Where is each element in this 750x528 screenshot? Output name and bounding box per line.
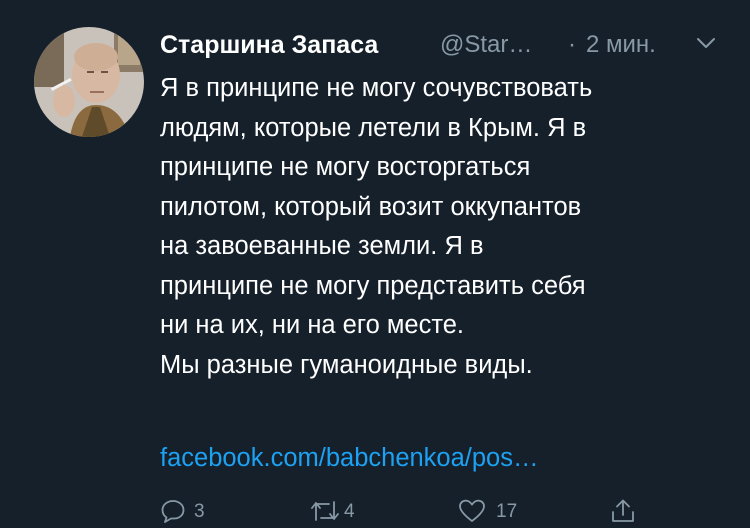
timestamp[interactable]: 2 мин. <box>586 27 656 63</box>
display-name[interactable]: Старшина Запаса <box>160 27 378 63</box>
action-bar: 3 4 17 <box>160 494 720 528</box>
tweet-text-line: на завоеванные земли. Я в <box>160 232 484 260</box>
tweet-text-line: Я в принципе не могу сочувствовать <box>160 74 593 102</box>
avatar[interactable] <box>34 27 144 137</box>
tweet-text-line: ни на их, ни на его месте. <box>160 311 464 339</box>
tweet-text: Я в принципе не могу сочувствовать людям… <box>160 69 735 385</box>
retweet-count: 4 <box>344 501 355 522</box>
reply-icon <box>161 500 185 523</box>
heart-icon <box>459 499 485 522</box>
tweet-text-line: людям, которые летели в Крым. Я в <box>160 113 587 142</box>
tweet-header: Старшина Запаса @Star… · 2 мин. <box>160 27 720 67</box>
separator-dot: · <box>568 31 576 58</box>
like-button[interactable]: 17 <box>458 494 528 528</box>
user-handle[interactable]: @Star… <box>440 27 532 63</box>
share-icon <box>612 499 634 522</box>
reply-button[interactable]: 3 <box>160 494 230 528</box>
tweet-text-line: принципе не могу представить себя <box>160 271 586 300</box>
avatar-photo <box>34 27 144 137</box>
tweet-text-line: пилотом, который возит оккупантов <box>160 192 582 221</box>
retweet-icon <box>311 501 339 521</box>
tweet-text-line: принципе не могу восторгаться <box>160 153 531 181</box>
chevron-down-icon[interactable] <box>695 35 717 51</box>
reply-count: 3 <box>194 501 205 522</box>
share-button[interactable] <box>610 494 640 528</box>
retweet-button[interactable]: 4 <box>310 494 380 528</box>
external-link[interactable]: facebook.com/babchenkoa/pos… <box>160 440 539 476</box>
tweet-text-line: Мы разные гуманоидные виды. <box>160 350 533 379</box>
like-count: 17 <box>496 501 518 522</box>
